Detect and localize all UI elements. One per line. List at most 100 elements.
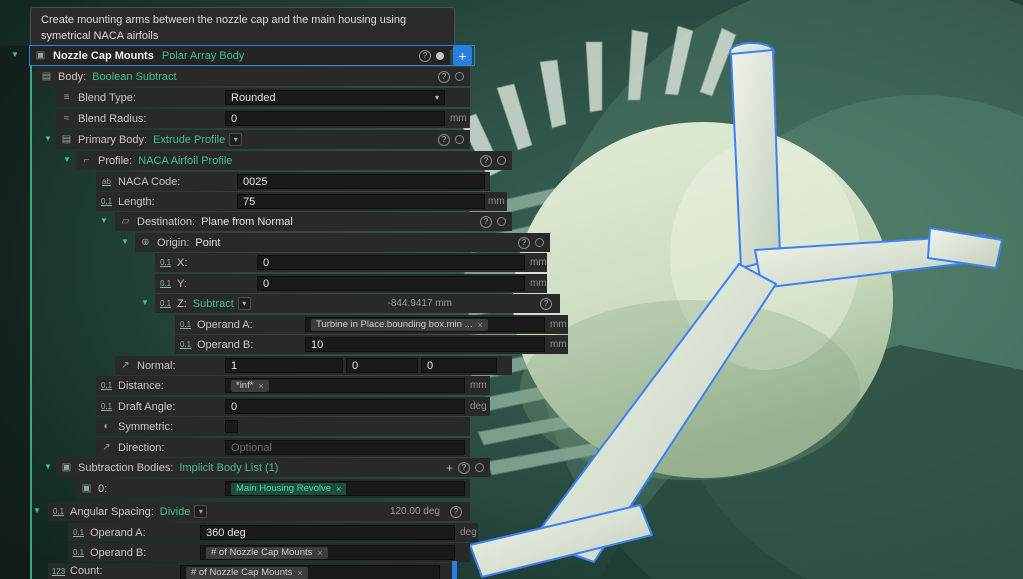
expand-chevron[interactable]: ▼: [11, 50, 19, 59]
remove-icon[interactable]: ×: [317, 548, 322, 558]
number-field-icon: 0.1: [100, 402, 113, 411]
direction-placeholder: Optional: [231, 441, 272, 454]
expand-chevron[interactable]: ▼: [33, 506, 41, 515]
destination-value[interactable]: Plane from Normal: [201, 216, 293, 228]
help-icon[interactable]: ?: [438, 133, 450, 146]
ring-icon[interactable]: [455, 72, 464, 81]
chevron-down-icon[interactable]: ▾: [237, 297, 251, 310]
array-operand-a-input[interactable]: 360 deg: [200, 525, 455, 540]
length-value: 75: [243, 195, 256, 208]
body-list-icon: ▣: [61, 462, 72, 473]
add-item-icon[interactable]: +: [446, 461, 453, 475]
ring-icon[interactable]: [497, 156, 506, 165]
item-0-field[interactable]: Main Housing Revolve ×: [225, 481, 465, 496]
origin-label: Origin:: [157, 236, 190, 249]
block-header[interactable]: ▣ Nozzle Cap Mounts Polar Array Body ?: [30, 46, 450, 65]
expand-chevron[interactable]: ▼: [63, 155, 71, 164]
blend-radius-input[interactable]: 0: [225, 111, 445, 126]
profile-label: Profile:: [98, 154, 133, 167]
note-box[interactable]: Create mounting arms between the nozzle …: [30, 7, 455, 51]
origin-icon: ⊕: [141, 237, 150, 248]
unit-label: mm: [530, 257, 547, 268]
add-block-button[interactable]: +: [453, 46, 472, 65]
operand-b-label: Operand B:: [197, 338, 254, 351]
remove-icon[interactable]: ×: [297, 568, 302, 578]
chip-label: # of Nozzle Cap Mounts: [211, 547, 313, 558]
blend-type-label: Blend Type:: [78, 91, 136, 104]
unit-label: deg: [470, 401, 487, 412]
normal-x-input[interactable]: 1: [225, 358, 343, 373]
row-blend-type: ≡ Blend Type: Rounded ▾: [56, 88, 470, 107]
z-operation-dropdown[interactable]: Subtract: [193, 298, 234, 310]
ring-icon[interactable]: [475, 463, 484, 472]
blend-radius-value: 0: [231, 112, 238, 125]
array-operand-b-field[interactable]: # of Nozzle Cap Mounts ×: [200, 545, 455, 560]
length-input[interactable]: 75: [237, 194, 485, 209]
row-origin: ⊕ Origin: Point ?: [135, 233, 550, 252]
direction-icon: ↗: [102, 442, 111, 453]
tree-guide-line: [30, 46, 32, 579]
help-icon[interactable]: ?: [458, 461, 470, 474]
reference-chip[interactable]: Turbine in Place.bounding box.min ... ×: [311, 318, 488, 331]
normal-y-input[interactable]: 0: [346, 358, 418, 373]
help-icon[interactable]: ?: [518, 236, 530, 249]
row-draft-angle: 0.1 Draft Angle: 0 deg: [96, 397, 490, 416]
unit-label: mm: [550, 319, 567, 330]
normal-y-value: 0: [352, 359, 359, 372]
expand-chevron[interactable]: ▼: [44, 134, 52, 143]
destination-label: Destination:: [137, 215, 196, 228]
help-icon[interactable]: ?: [450, 505, 462, 518]
normal-vector-icon: ↗: [121, 360, 130, 371]
body-reference-chip[interactable]: Main Housing Revolve ×: [231, 482, 347, 495]
help-icon[interactable]: ?: [480, 215, 492, 228]
value-chip[interactable]: *inf* ×: [231, 379, 269, 392]
primary-body-value-dropdown[interactable]: Extrude Profile: [153, 134, 225, 146]
symmetric-checkbox[interactable]: [225, 420, 238, 433]
help-icon[interactable]: ?: [438, 70, 450, 83]
origin-value[interactable]: Point: [195, 237, 220, 249]
expand-chevron[interactable]: ▼: [100, 216, 108, 225]
direction-input[interactable]: Optional: [225, 440, 465, 455]
body-item-icon: ▣: [81, 483, 92, 494]
remove-icon[interactable]: ×: [258, 381, 263, 391]
y-label: Y:: [177, 277, 187, 290]
remove-icon[interactable]: ×: [478, 320, 483, 330]
expand-chevron[interactable]: ▼: [121, 237, 129, 246]
plane-icon: ▱: [121, 216, 130, 227]
expand-chevron[interactable]: ▼: [141, 298, 149, 307]
expand-chevron[interactable]: ▼: [44, 462, 52, 471]
row-subtraction-bodies: ▣ Subtraction Bodies: Implicit Body List…: [56, 458, 490, 477]
operand-b-input[interactable]: 10: [305, 337, 545, 352]
body-value-link[interactable]: Boolean Subtract: [92, 71, 176, 83]
subtraction-bodies-value-link[interactable]: Implicit Body List (1): [179, 462, 278, 474]
distance-field[interactable]: *inf* ×: [225, 378, 465, 393]
row-blend-radius: ≈ Blend Radius: 0 mm: [56, 109, 470, 128]
variable-chip[interactable]: # of Nozzle Cap Mounts ×: [206, 546, 328, 559]
y-input[interactable]: 0: [257, 276, 525, 291]
chevron-down-icon[interactable]: ▾: [229, 133, 243, 146]
blend-type-dropdown[interactable]: Rounded ▾: [225, 90, 445, 105]
variable-chip[interactable]: # of Nozzle Cap Mounts ×: [186, 566, 308, 579]
help-icon[interactable]: ?: [419, 49, 431, 62]
ring-icon[interactable]: [535, 238, 544, 247]
symmetric-icon: ◐: [103, 421, 110, 432]
x-input[interactable]: 0: [257, 255, 525, 270]
text-field-icon: ab: [102, 177, 111, 186]
ring-icon[interactable]: [455, 135, 464, 144]
nozzle-cap-dome[interactable]: [513, 122, 893, 480]
normal-z-input[interactable]: 0: [421, 358, 497, 373]
remove-icon[interactable]: ×: [336, 484, 341, 494]
count-field[interactable]: # of Nozzle Cap Mounts ×: [180, 565, 440, 579]
naca-code-input[interactable]: 0025: [237, 174, 485, 189]
profile-value-link[interactable]: NACA Airfoil Profile: [138, 155, 232, 167]
help-icon[interactable]: ?: [480, 154, 492, 167]
angular-spacing-operation-dropdown[interactable]: Divide: [160, 506, 191, 518]
blend-radius-icon: ≈: [63, 113, 70, 124]
operand-a-field[interactable]: Turbine in Place.bounding box.min ... ×: [305, 317, 545, 332]
ring-icon[interactable]: [497, 217, 506, 226]
visibility-dot-icon[interactable]: [436, 51, 444, 60]
help-icon[interactable]: ?: [540, 297, 552, 310]
draft-angle-input[interactable]: 0: [225, 399, 465, 414]
chevron-down-icon[interactable]: ▾: [194, 505, 208, 518]
direction-label: Direction:: [118, 441, 165, 454]
